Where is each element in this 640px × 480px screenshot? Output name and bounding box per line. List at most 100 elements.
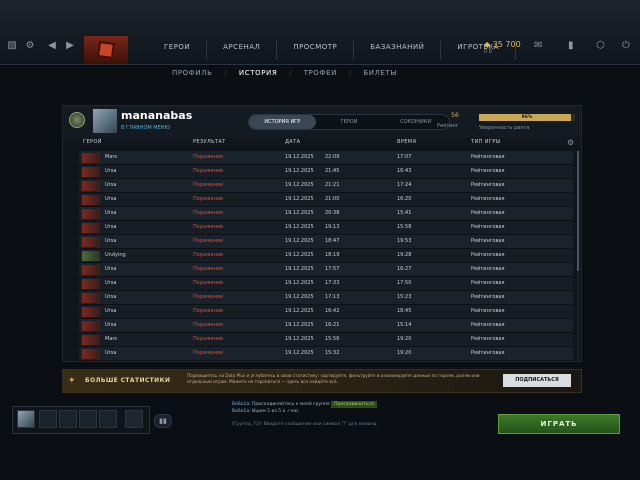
column-duration[interactable]: ВРЕМЯ xyxy=(397,139,416,145)
table-row[interactable]: Ursa Поражение 19.12.2025 21:21 17:24 Рейтинг… xyxy=(79,179,573,193)
profile-subnav: ПРОФИЛЬ / ИСТОРИЯ / ТРОФЕИ / БИЛЕТЫ xyxy=(160,66,409,80)
match-date: 19.12.2025 xyxy=(285,224,314,230)
inventory-icon[interactable]: ▮ xyxy=(568,40,574,60)
match-time: 21:21 xyxy=(325,182,340,188)
match-time: 21:00 xyxy=(325,196,340,202)
table-row[interactable]: Undying Поражение 19.12.2025 18:19 19:28 Рейт… xyxy=(79,249,573,263)
hero-portrait xyxy=(82,209,100,219)
column-result[interactable]: РЕЗУЛЬТАТ xyxy=(193,139,226,145)
table-row[interactable]: Ursa Поражение 19.12.2025 17:13 15:23 Рейтинг… xyxy=(79,291,573,305)
table-row[interactable]: Ursa Поражение 19.12.2025 17:33 17:50 Рейтинг… xyxy=(79,277,573,291)
match-type: Рейтинговая xyxy=(471,252,505,258)
match-duration: 15:41 xyxy=(397,210,412,216)
party-bar xyxy=(12,406,150,434)
table-row[interactable]: Ursa Поражение 19.12.2025 21:00 16:20 Рейтинг… xyxy=(79,193,573,207)
subnav-history[interactable]: ИСТОРИЯ xyxy=(227,69,289,77)
match-duration: 19:20 xyxy=(397,350,412,356)
dashboard-icon[interactable]: ▧ xyxy=(6,40,18,52)
nav-knowledge[interactable]: БАЗАЗНАНИЙ xyxy=(354,40,442,60)
match-time: 15:56 xyxy=(325,336,340,342)
table-row[interactable]: Ursa Поражение 19.12.2025 17:57 16:27 Рейтинг… xyxy=(79,263,573,277)
table-row[interactable]: Ursa Поражение 19.12.2025 20:38 15:41 Рейтинг… xyxy=(79,207,573,221)
dota-logo-button[interactable] xyxy=(84,36,128,64)
match-date: 19.12.2025 xyxy=(285,336,314,342)
match-result: Поражение xyxy=(193,280,224,286)
match-type: Рейтинговая xyxy=(471,266,505,272)
column-date[interactable]: ДАТА xyxy=(285,139,300,145)
chat-author[interactable]: Bo6a1a: xyxy=(232,402,251,407)
avatar[interactable] xyxy=(93,109,117,133)
shield-icon[interactable]: ⬡ xyxy=(596,40,605,60)
subnav-trophies[interactable]: ТРОФЕИ xyxy=(292,69,349,77)
match-duration: 18:45 xyxy=(397,308,412,314)
match-time: 18:19 xyxy=(325,252,340,258)
tab-heroes[interactable]: ГЕРОИ xyxy=(316,115,383,129)
nav-heroes[interactable]: ГЕРОИ xyxy=(148,40,208,60)
match-time: 16:42 xyxy=(325,308,340,314)
column-type[interactable]: ТИП ИГРЫ xyxy=(471,139,501,145)
table-row[interactable]: Ursa Поражение 19.12.2025 19:13 15:58 Рейтинг… xyxy=(79,221,573,235)
party-members-icon[interactable]: ▮▮ xyxy=(154,414,172,428)
chat-input[interactable]: [Группа, F2]: Введите сообщение или симв… xyxy=(232,422,376,427)
party-slot-empty[interactable] xyxy=(39,410,57,428)
match-duration: 19:20 xyxy=(397,336,412,342)
hero-name: Mars xyxy=(105,336,118,342)
scroll-thumb[interactable] xyxy=(577,151,579,271)
table-row[interactable]: Ursa Поражение 19.12.2025 16:21 15:14 Рейтинг… xyxy=(79,319,573,333)
hero-name: Ursa xyxy=(105,238,117,244)
match-list-scrollbar[interactable] xyxy=(577,151,579,361)
subscribe-button[interactable]: ПОДПИСАТЬСЯ xyxy=(503,374,571,387)
match-history-panel: mananabas В ГЛАВНОМ МЕНЮ ИСТОРИЯ ИГР ГЕР… xyxy=(62,105,582,362)
hero-name: Ursa xyxy=(105,168,117,174)
match-time: 15:32 xyxy=(325,350,340,356)
table-row[interactable]: Ursa Поражение 19.12.2025 15:32 19:20 Рейтинг… xyxy=(79,347,573,361)
match-result: Поражение xyxy=(193,294,224,300)
party-slot-empty[interactable] xyxy=(99,410,117,428)
forward-arrow-icon[interactable]: ▶ xyxy=(64,40,76,52)
table-row[interactable]: Mars Поражение 19.12.2025 15:56 19:20 Рейтинг… xyxy=(79,333,573,347)
play-button[interactable]: ИГРАТЬ xyxy=(498,414,620,434)
column-hero[interactable]: ГЕРОЙ xyxy=(83,139,102,145)
table-settings-icon[interactable]: ⚙ xyxy=(567,138,574,147)
tab-match-history[interactable]: ИСТОРИЯ ИГР xyxy=(249,115,316,129)
mail-icon[interactable]: ✉ xyxy=(534,40,542,60)
match-time: 21:45 xyxy=(325,168,340,174)
match-type: Рейтинговая xyxy=(471,322,505,328)
match-result: Поражение xyxy=(193,224,224,230)
nav-watch[interactable]: ПРОСМОТР xyxy=(277,40,355,60)
table-row[interactable]: Ursa Поражение 19.12.2025 18:47 19:53 Рейтинг… xyxy=(79,235,573,249)
subnav-tickets[interactable]: БИЛЕТЫ xyxy=(351,69,409,77)
match-duration: 16:43 xyxy=(397,168,412,174)
join-party-button[interactable]: Присоединиться xyxy=(331,401,377,408)
match-result: Поражение xyxy=(193,196,224,202)
hero-name: Ursa xyxy=(105,322,117,328)
match-duration: 19:53 xyxy=(397,238,412,244)
currency-display[interactable]: ◆ 35 700 0 0 xyxy=(484,40,521,55)
match-duration: 16:20 xyxy=(397,196,412,202)
profile-header: mananabas В ГЛАВНОМ МЕНЮ ИСТОРИЯ ИГР ГЕР… xyxy=(63,106,581,138)
settings-icon[interactable]: ⚙ xyxy=(24,40,36,52)
hero-portrait xyxy=(82,349,100,359)
rank-medal-icon xyxy=(69,112,85,128)
gold-icon: ◆ xyxy=(484,40,491,49)
table-row[interactable]: Ursa Поражение 19.12.2025 21:45 16:43 Рейтинг… xyxy=(79,165,573,179)
party-emblem-icon[interactable] xyxy=(125,410,143,428)
hero-name: Mars xyxy=(105,154,118,160)
chat-message: Bo6a1a: Ищем 5 из 5 к ✓нас xyxy=(232,408,452,415)
hero-portrait xyxy=(82,293,100,303)
match-time: 22:09 xyxy=(325,154,340,160)
subnav-profile[interactable]: ПРОФИЛЬ xyxy=(160,69,225,77)
match-result: Поражение xyxy=(193,210,224,216)
back-arrow-icon[interactable]: ◀ xyxy=(46,40,58,52)
party-slot-empty[interactable] xyxy=(59,410,77,428)
match-date: 19.12.2025 xyxy=(285,280,314,286)
chat-author[interactable]: Bo6a1a: xyxy=(232,409,251,414)
nav-armory[interactable]: АРСЕНАЛ xyxy=(207,40,278,60)
match-type: Рейтинговая xyxy=(471,182,505,188)
power-icon[interactable]: ⏻ xyxy=(622,40,630,60)
table-row[interactable]: Mars Поражение 19.12.2025 22:09 17:07 Рейтинг… xyxy=(79,151,573,165)
match-result: Поражение xyxy=(193,238,224,244)
party-slot-empty[interactable] xyxy=(79,410,97,428)
party-slot-self[interactable] xyxy=(17,410,35,428)
table-row[interactable]: Ursa Поражение 19.12.2025 16:42 18:45 Рейтинг… xyxy=(79,305,573,319)
